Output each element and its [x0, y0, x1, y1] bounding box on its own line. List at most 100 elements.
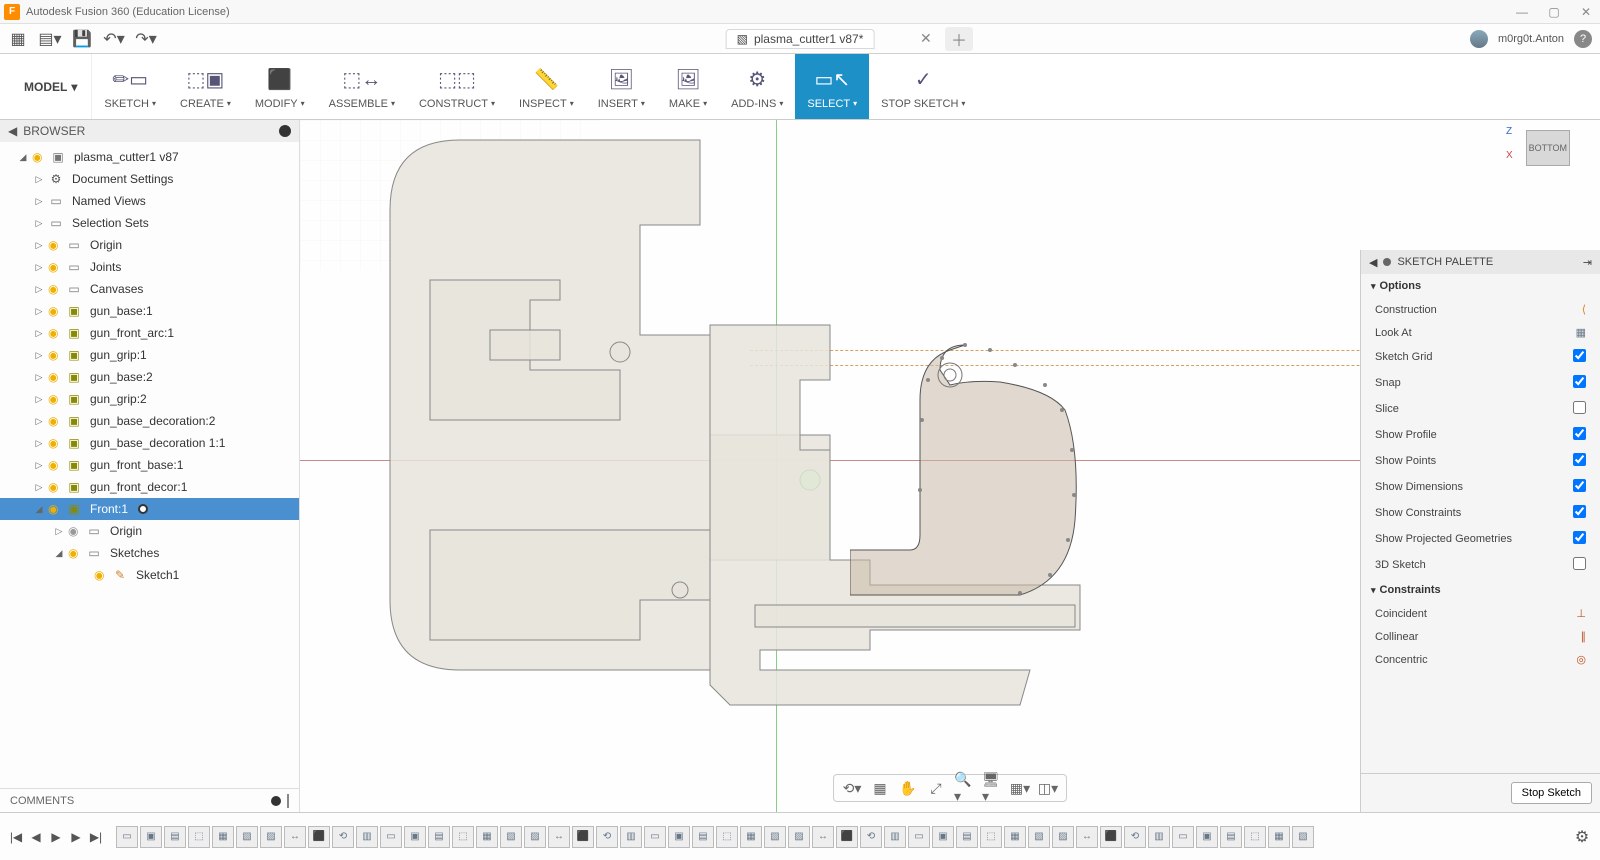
document-tab[interactable]: ▧ plasma_cutter1 v87* [726, 29, 875, 49]
timeline-play-icon[interactable]: ▶ [48, 829, 64, 845]
timeline-feature[interactable]: ▭ [380, 826, 402, 848]
palette-option-show-projected-geometries[interactable]: Show Projected Geometries [1361, 526, 1600, 552]
comments-panel[interactable]: COMMENTS [0, 788, 299, 812]
bulb-icon[interactable]: ◉ [48, 260, 62, 274]
timeline-feature[interactable]: ▤ [956, 826, 978, 848]
tree-item[interactable]: ▷◉▣gun_front_base:1 [0, 454, 299, 476]
bulb-icon[interactable]: ◉ [94, 568, 108, 582]
palette-option-snap[interactable]: Snap [1361, 370, 1600, 396]
ribbon-add-ins[interactable]: ⚙ADD-INS [719, 54, 795, 119]
timeline-feature[interactable]: ▭ [908, 826, 930, 848]
timeline-feature[interactable]: ↔ [812, 826, 834, 848]
zoom-icon[interactable]: ⤢ [926, 778, 946, 798]
bulb-icon[interactable]: ◉ [48, 414, 62, 428]
help-icon[interactable]: ? [1574, 30, 1592, 48]
timeline-feature[interactable]: ▨ [1052, 826, 1074, 848]
tree-item[interactable]: ▷◉▣gun_front_arc:1 [0, 322, 299, 344]
timeline-feature[interactable]: ⬚ [716, 826, 738, 848]
timeline-feature[interactable]: ⬛ [308, 826, 330, 848]
tree-item-front[interactable]: ◢ ◉ ▣ Front:1 [0, 498, 299, 520]
checkbox[interactable] [1573, 479, 1586, 492]
timeline-end-icon[interactable]: ▶| [88, 829, 104, 845]
timeline-feature[interactable]: ▤ [428, 826, 450, 848]
timeline-feature[interactable]: ⟲ [596, 826, 618, 848]
tree-item-sketches[interactable]: ◢ ◉ ▭ Sketches [0, 542, 299, 564]
pin-icon[interactable] [271, 796, 281, 806]
timeline-feature[interactable]: ▥ [1148, 826, 1170, 848]
timeline-feature[interactable]: ↔ [1076, 826, 1098, 848]
palette-option-show-dimensions[interactable]: Show Dimensions [1361, 474, 1600, 500]
timeline-feature[interactable]: ▦ [1004, 826, 1026, 848]
expand-icon[interactable]: ⇥ [1583, 256, 1592, 269]
ribbon-select[interactable]: ▭↖SELECT [795, 54, 869, 119]
checkbox[interactable] [1573, 349, 1586, 362]
options-section[interactable]: Options [1361, 274, 1600, 298]
grid-icon[interactable]: ▦▾ [1010, 778, 1030, 798]
resize-handle-icon[interactable] [287, 794, 289, 808]
checkbox[interactable] [1573, 531, 1586, 544]
tree-item[interactable]: ▷▭Named Views [0, 190, 299, 212]
timeline-feature[interactable]: ▤ [164, 826, 186, 848]
look-at-icon[interactable]: ▦ [1576, 327, 1586, 339]
timeline-feature[interactable]: ▤ [692, 826, 714, 848]
look-at-icon[interactable]: ▦ [870, 778, 890, 798]
palette-option-look-at[interactable]: Look At▦ [1361, 321, 1600, 344]
tree-item[interactable]: ▷◉▣gun_grip:2 [0, 388, 299, 410]
ribbon-make[interactable]: 🖼MAKE [657, 54, 719, 119]
palette-option-construction[interactable]: Construction⟨ [1361, 298, 1600, 321]
timeline-feature[interactable]: ▧ [500, 826, 522, 848]
pan-icon[interactable]: ✋ [898, 778, 918, 798]
tree-item[interactable]: ▷▭Selection Sets [0, 212, 299, 234]
tree-item[interactable]: ▷◉▭Origin [0, 234, 299, 256]
bulb-icon[interactable]: ◉ [48, 370, 62, 384]
timeline-feature[interactable]: ▣ [1196, 826, 1218, 848]
stop-sketch-button[interactable]: Stop Sketch [1511, 782, 1592, 804]
timeline-feature[interactable]: ▥ [356, 826, 378, 848]
bulb-icon[interactable]: ◉ [68, 524, 82, 538]
timeline-feature[interactable]: ▣ [668, 826, 690, 848]
timeline-feature[interactable]: ▨ [524, 826, 546, 848]
timeline-feature[interactable]: ⟲ [1124, 826, 1146, 848]
timeline-feature[interactable]: ▥ [620, 826, 642, 848]
timeline-feature[interactable]: ▤ [1220, 826, 1242, 848]
palette-option-slice[interactable]: Slice [1361, 396, 1600, 422]
timeline-feature[interactable]: ▦ [1268, 826, 1290, 848]
timeline-feature[interactable]: ⬚ [1244, 826, 1266, 848]
timeline-prev-icon[interactable]: ◀ [28, 829, 44, 845]
browser-header[interactable]: ◀ BROWSER [0, 120, 299, 142]
timeline-next-icon[interactable]: ▶ [68, 829, 84, 845]
timeline-start-icon[interactable]: |◀ [8, 829, 24, 845]
file-menu-icon[interactable]: ▤▾ [40, 29, 60, 49]
tree-root[interactable]: ◢ ◉ ▣ plasma_cutter1 v87 [0, 146, 299, 168]
tree-item[interactable]: ▷◉▣gun_base_decoration:2 [0, 410, 299, 432]
timeline-feature[interactable]: ▦ [476, 826, 498, 848]
timeline-feature[interactable]: ▧ [1028, 826, 1050, 848]
constraint-coincident[interactable]: Coincident⊥ [1361, 602, 1600, 625]
zoom-fit-icon[interactable]: 🔍▾ [954, 778, 974, 798]
bulb-icon[interactable]: ◉ [48, 348, 62, 362]
checkbox[interactable] [1573, 401, 1586, 414]
bulb-icon[interactable]: ◉ [48, 392, 62, 406]
palette-option-3d-sketch[interactable]: 3D Sketch [1361, 552, 1600, 578]
palette-option-show-profile[interactable]: Show Profile [1361, 422, 1600, 448]
bulb-icon[interactable]: ◉ [48, 326, 62, 340]
tree-item[interactable]: ▷◉▣gun_base_decoration 1:1 [0, 432, 299, 454]
tree-item[interactable]: ▷◉▭Canvases [0, 278, 299, 300]
bulb-icon[interactable]: ◉ [48, 480, 62, 494]
tab-close-icon[interactable]: ✕ [920, 30, 932, 47]
user-avatar[interactable] [1470, 30, 1488, 48]
timeline-feature[interactable]: ⬚ [188, 826, 210, 848]
ribbon-insert[interactable]: 🖼INSERT [586, 54, 657, 119]
ribbon-create[interactable]: ⬚▣CREATE [168, 54, 243, 119]
constraint-collinear[interactable]: Collinear∥ [1361, 625, 1600, 648]
timeline-feature[interactable]: ▭ [1172, 826, 1194, 848]
timeline-feature[interactable]: ⬚ [980, 826, 1002, 848]
palette-header[interactable]: ◀ SKETCH PALETTE ⇥ [1361, 250, 1600, 274]
checkbox[interactable] [1573, 505, 1586, 518]
timeline-feature[interactable]: ▨ [788, 826, 810, 848]
tree-item-origin-sub[interactable]: ▷ ◉ ▭ Origin [0, 520, 299, 542]
tree-item[interactable]: ▷◉▣gun_grip:1 [0, 344, 299, 366]
ribbon-assemble[interactable]: ⬚↔ASSEMBLE [317, 54, 407, 119]
tree-item[interactable]: ▷◉▣gun_front_decor:1 [0, 476, 299, 498]
construction-icon[interactable]: ⟨ [1582, 304, 1586, 316]
